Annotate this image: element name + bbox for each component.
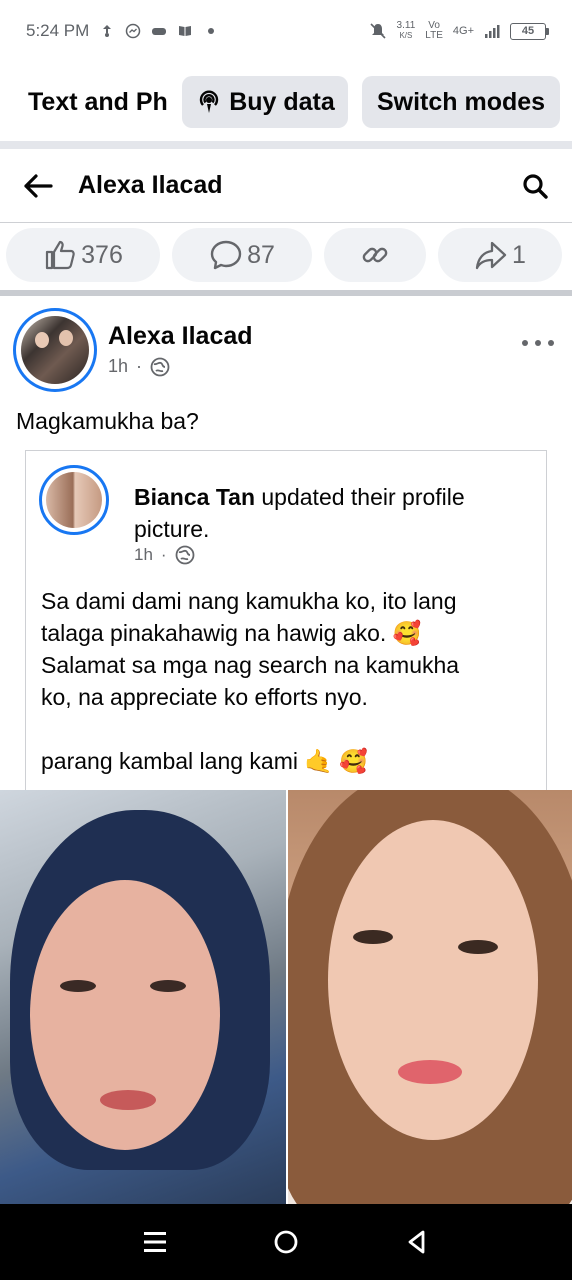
status-bar: 5:24 PM 3.11 K/S Vo LTE 4G+ 45 bbox=[0, 0, 572, 62]
shared-author-avatar-image bbox=[46, 472, 102, 528]
link-icon bbox=[362, 247, 388, 263]
photo-face bbox=[328, 820, 538, 1140]
comment-button[interactable]: 87 bbox=[172, 228, 312, 282]
home-button[interactable] bbox=[266, 1222, 306, 1262]
book-icon bbox=[179, 26, 192, 36]
volte-bottom: LTE bbox=[425, 30, 443, 41]
battery-level: 45 bbox=[521, 25, 535, 37]
shared-body-line: talaga pinakahawig na hawig ako. 🥰 bbox=[41, 620, 422, 646]
share-count: 1 bbox=[512, 240, 526, 269]
comment-icon bbox=[210, 240, 242, 270]
net-speed: 3.11 K/S bbox=[397, 21, 416, 41]
net-speed-unit: K/S bbox=[399, 31, 413, 40]
shared-post-body: Sa dami dami nang kamukha ko, ito lang t… bbox=[41, 585, 541, 777]
shared-body-line: ko, na appreciate ko efforts nyo. bbox=[41, 684, 368, 710]
buy-data-button[interactable]: Buy data bbox=[182, 76, 348, 128]
shared-time: 1h bbox=[134, 545, 153, 564]
shared-author-name[interactable]: Bianca Tan bbox=[134, 484, 255, 510]
photo-left-half bbox=[0, 790, 286, 1204]
broadcast-icon bbox=[200, 90, 219, 113]
meta-separator: · bbox=[136, 356, 143, 376]
shared-post-card[interactable]: Bianca Tan updated their profile picture… bbox=[25, 450, 547, 795]
buy-data-label: Buy data bbox=[229, 87, 335, 116]
status-right: 3.11 K/S Vo LTE 4G+ 45 bbox=[369, 21, 549, 41]
dot-icon bbox=[535, 340, 541, 346]
photo-eye bbox=[353, 930, 393, 944]
post-text: Magkamukha ba? bbox=[16, 408, 199, 434]
reactions-divider bbox=[0, 290, 572, 296]
more-options-button[interactable] bbox=[522, 330, 554, 356]
page-title: Alexa Ilacad bbox=[78, 171, 223, 199]
page-header: Alexa Ilacad bbox=[0, 149, 572, 223]
photo-eye bbox=[458, 940, 498, 954]
shared-author-line: Bianca Tan updated their profile picture… bbox=[134, 481, 534, 545]
back-nav-button[interactable] bbox=[397, 1222, 437, 1262]
shared-meta: 1h · bbox=[134, 545, 195, 565]
search-icon bbox=[523, 173, 548, 199]
photo-lips bbox=[100, 1090, 156, 1110]
net-speed-value: 3.11 bbox=[396, 20, 416, 31]
status-left: 5:24 PM bbox=[26, 21, 219, 41]
photo-eye bbox=[150, 980, 186, 992]
share-arrow-icon bbox=[475, 241, 507, 270]
share-button[interactable]: 1 bbox=[438, 228, 562, 282]
data-mode-banner: Text and Ph Buy data Switch modes bbox=[0, 62, 572, 142]
volte-indicator: Vo LTE bbox=[425, 21, 443, 41]
back-button[interactable] bbox=[20, 168, 56, 204]
home-circle-icon bbox=[274, 1230, 298, 1254]
photo-eye bbox=[60, 980, 96, 992]
switch-modes-button[interactable]: Switch modes bbox=[362, 76, 560, 128]
mute-bell-icon bbox=[369, 23, 386, 39]
dot-icon bbox=[208, 28, 215, 34]
menu-lines-icon bbox=[144, 1232, 167, 1252]
shared-body-line: Sa dami dami nang kamukha ko, ito lang bbox=[41, 588, 457, 614]
game-icon bbox=[152, 28, 167, 35]
status-time: 5:24 PM bbox=[26, 21, 90, 40]
photo-lips bbox=[398, 1060, 462, 1084]
globe-icon bbox=[150, 357, 170, 376]
arrow-left-icon bbox=[24, 173, 53, 198]
messenger-icon bbox=[126, 23, 141, 39]
photo-right-half bbox=[286, 790, 572, 1204]
shared-body-line: Salamat sa mga nag search na kamukha bbox=[41, 652, 460, 678]
author-avatar-image bbox=[21, 316, 89, 384]
recents-button[interactable] bbox=[135, 1222, 175, 1262]
signal-icon bbox=[485, 25, 500, 38]
switch-modes-label: Switch modes bbox=[376, 87, 546, 116]
data-mode-label: Text and Ph bbox=[28, 87, 168, 116]
network-type: 4G+ bbox=[452, 25, 474, 37]
post-time: 1h bbox=[108, 356, 129, 376]
battery-indicator: 45 bbox=[510, 22, 549, 40]
sync-icon bbox=[103, 25, 112, 37]
shared-author-avatar[interactable] bbox=[39, 465, 109, 535]
back-triangle-icon bbox=[408, 1230, 425, 1254]
comment-count: 87 bbox=[247, 240, 275, 269]
globe-icon bbox=[175, 545, 194, 565]
copy-link-button[interactable] bbox=[324, 228, 426, 282]
thumbs-up-icon bbox=[46, 240, 75, 270]
banner-divider bbox=[0, 141, 572, 149]
like-count: 376 bbox=[81, 240, 123, 269]
dot-icon bbox=[548, 340, 554, 346]
search-button[interactable] bbox=[518, 169, 552, 203]
system-nav-bar bbox=[0, 1204, 572, 1280]
post-photo[interactable] bbox=[0, 790, 572, 1204]
shared-meta-separator: · bbox=[160, 545, 167, 564]
post-author-name[interactable]: Alexa Ilacad bbox=[108, 322, 253, 351]
dot-icon bbox=[522, 340, 528, 346]
shared-body-line: parang kambal lang kami 🤙 🥰 bbox=[41, 748, 369, 774]
author-avatar[interactable] bbox=[13, 308, 97, 392]
reactions-bar: 376 87 1 bbox=[0, 225, 572, 285]
post-meta: 1h · bbox=[108, 356, 170, 377]
like-button[interactable]: 376 bbox=[6, 228, 160, 282]
post-header: Alexa Ilacad 1h · bbox=[0, 308, 572, 392]
